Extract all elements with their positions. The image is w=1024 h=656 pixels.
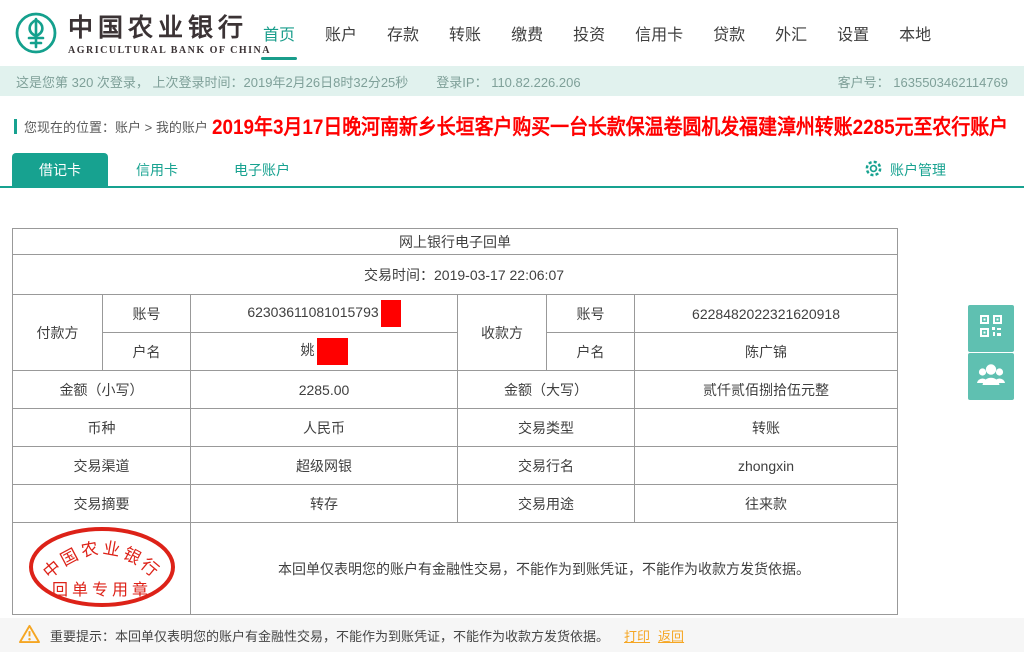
abc-logo-icon: [14, 11, 58, 60]
nav-item-home[interactable]: 首页: [263, 0, 295, 66]
nav-item-credit-card[interactable]: 信用卡: [635, 0, 683, 66]
summary-value: 转存: [191, 485, 458, 523]
gear-icon: [864, 159, 883, 181]
notice-label: 重要提示：: [50, 629, 115, 644]
nav-item-investment[interactable]: 投资: [573, 0, 605, 66]
receipt-table: 网上银行电子回单 交易时间：2019-03-17 22:06:07 付款方 账号…: [12, 228, 898, 615]
main-nav: 首页 账户 存款 转账 缴费 投资 信用卡 贷款 外汇 设置 本地: [263, 0, 931, 66]
account-manage-button[interactable]: 账户管理: [864, 153, 946, 186]
summary-label: 交易摘要: [13, 485, 191, 523]
payer-account-cell: 62303611081015793: [191, 295, 458, 333]
payee-account-number: 6228482022321620918: [635, 295, 898, 333]
payee-account-label: 账号: [547, 295, 635, 333]
customer-service-button[interactable]: [968, 353, 1014, 400]
breadcrumb: 您现在的位置：账户 > 我的账户: [14, 114, 208, 138]
payee-name-label: 户名: [547, 333, 635, 371]
payer-name-label: 户名: [103, 333, 191, 371]
svg-text:中国农业银行: 中国农业银行: [39, 538, 164, 582]
nav-item-forex[interactable]: 外汇: [775, 0, 807, 66]
nav-item-accounts[interactable]: 账户: [325, 0, 357, 66]
channel-label: 交易渠道: [13, 447, 191, 485]
transaction-type-label: 交易类型: [458, 409, 635, 447]
payer-account-number: 62303611081015793: [247, 304, 378, 320]
amount-digits-label: 金额（小写）: [13, 371, 191, 409]
nav-item-deposits[interactable]: 存款: [387, 0, 419, 66]
tabs-bar: 借记卡 信用卡 电子账户 账户管理: [0, 153, 1024, 186]
payer-name-cell: 姚: [191, 333, 458, 371]
print-link[interactable]: 打印: [624, 626, 650, 645]
tabs-underline: [0, 186, 1024, 188]
nav-item-settings[interactable]: 设置: [837, 0, 869, 66]
red-annotation-text: 2019年3月17日晚河南新乡长垣客户购买一台长款保温卷圆机发福建漳州转账228…: [212, 111, 1008, 141]
header: 中国农业银行 AGRICULTURAL BANK OF CHINA 首页 账户 …: [0, 0, 1024, 66]
transaction-time: 交易时间：2019-03-17 22:06:07: [13, 255, 898, 295]
login-info-bar: 这是您第 320 次登录， 上次登录时间：2019年2月26日8时32分25秒 …: [0, 66, 1024, 96]
nav-item-transfer[interactable]: 转账: [449, 0, 481, 66]
footer-notice-bar: 重要提示：本回单仅表明您的账户有金融性交易，不能作为到账凭证，不能作为收款方发货…: [0, 618, 1024, 652]
login-ip-text: 登录IP： 110.82.226.206: [436, 72, 580, 91]
payer-role-cell: 付款方: [13, 295, 103, 371]
tab-e-account[interactable]: 电子账户: [206, 153, 318, 186]
payer-name: 姚: [301, 342, 315, 358]
page: 中国农业银行 AGRICULTURAL BANK OF CHINA 首页 账户 …: [0, 0, 1024, 656]
payer-account-label: 账号: [103, 295, 191, 333]
purpose-value: 往来款: [635, 485, 898, 523]
customer-service-icon: [976, 361, 1006, 392]
bank-logo: 中国农业银行 AGRICULTURAL BANK OF CHINA: [14, 11, 271, 60]
amount-words-label: 金额（大写）: [458, 371, 635, 409]
side-toolbar: [968, 305, 1014, 401]
redaction-box: [317, 338, 348, 365]
stamp-text-top: 中国农业银行: [39, 538, 164, 582]
customer-number-text: 客户号： 1635503462114769: [838, 72, 1008, 91]
bank-name-cn: 中国农业银行: [68, 15, 271, 43]
nav-item-local[interactable]: 本地: [899, 0, 931, 66]
channel-value: 超级网银: [191, 447, 458, 485]
bank-stamp: 中国农业银行 回单专用章: [13, 523, 191, 615]
bank-name-value: zhongxin: [635, 447, 898, 485]
currency-value: 人民币: [191, 409, 458, 447]
receipt-title: 网上银行电子回单: [13, 229, 898, 255]
bank-name-label: 交易行名: [458, 447, 635, 485]
nav-item-loans[interactable]: 贷款: [713, 0, 745, 66]
notice-text: 本回单仅表明您的账户有金融性交易，不能作为到账凭证，不能作为收款方发货依据。: [115, 629, 609, 644]
login-count-text: 这是您第 320 次登录， 上次登录时间：2019年2月26日8时32分25秒: [16, 72, 408, 91]
qr-code-icon: [978, 313, 1004, 344]
currency-label: 币种: [13, 409, 191, 447]
account-manage-label: 账户管理: [890, 160, 946, 180]
redaction-box: [381, 300, 401, 327]
purpose-label: 交易用途: [458, 485, 635, 523]
transaction-type-value: 转账: [635, 409, 898, 447]
breadcrumb-text: 您现在的位置：账户 > 我的账户: [24, 117, 208, 136]
amount-digits-value: 2285.00: [191, 371, 458, 409]
amount-words-value: 贰仟贰佰捌拾伍元整: [635, 371, 898, 409]
stamp-text-bottom: 回单专用章: [51, 581, 151, 599]
back-link[interactable]: 返回: [658, 626, 684, 645]
tab-debit-card[interactable]: 借记卡: [12, 153, 108, 186]
nav-item-payments[interactable]: 缴费: [511, 0, 543, 66]
receipt-disclaimer: 本回单仅表明您的账户有金融性交易，不能作为到账凭证，不能作为收款方发货依据。: [191, 523, 898, 615]
tab-credit-card[interactable]: 信用卡: [108, 153, 206, 186]
payee-role-cell: 收款方: [458, 295, 547, 371]
bank-name-en: AGRICULTURAL BANK OF CHINA: [68, 45, 271, 56]
payee-name: 陈广锦: [635, 333, 898, 371]
qr-code-button[interactable]: [968, 305, 1014, 352]
breadcrumb-accent-bar: [14, 119, 17, 134]
warning-icon: [18, 624, 41, 647]
